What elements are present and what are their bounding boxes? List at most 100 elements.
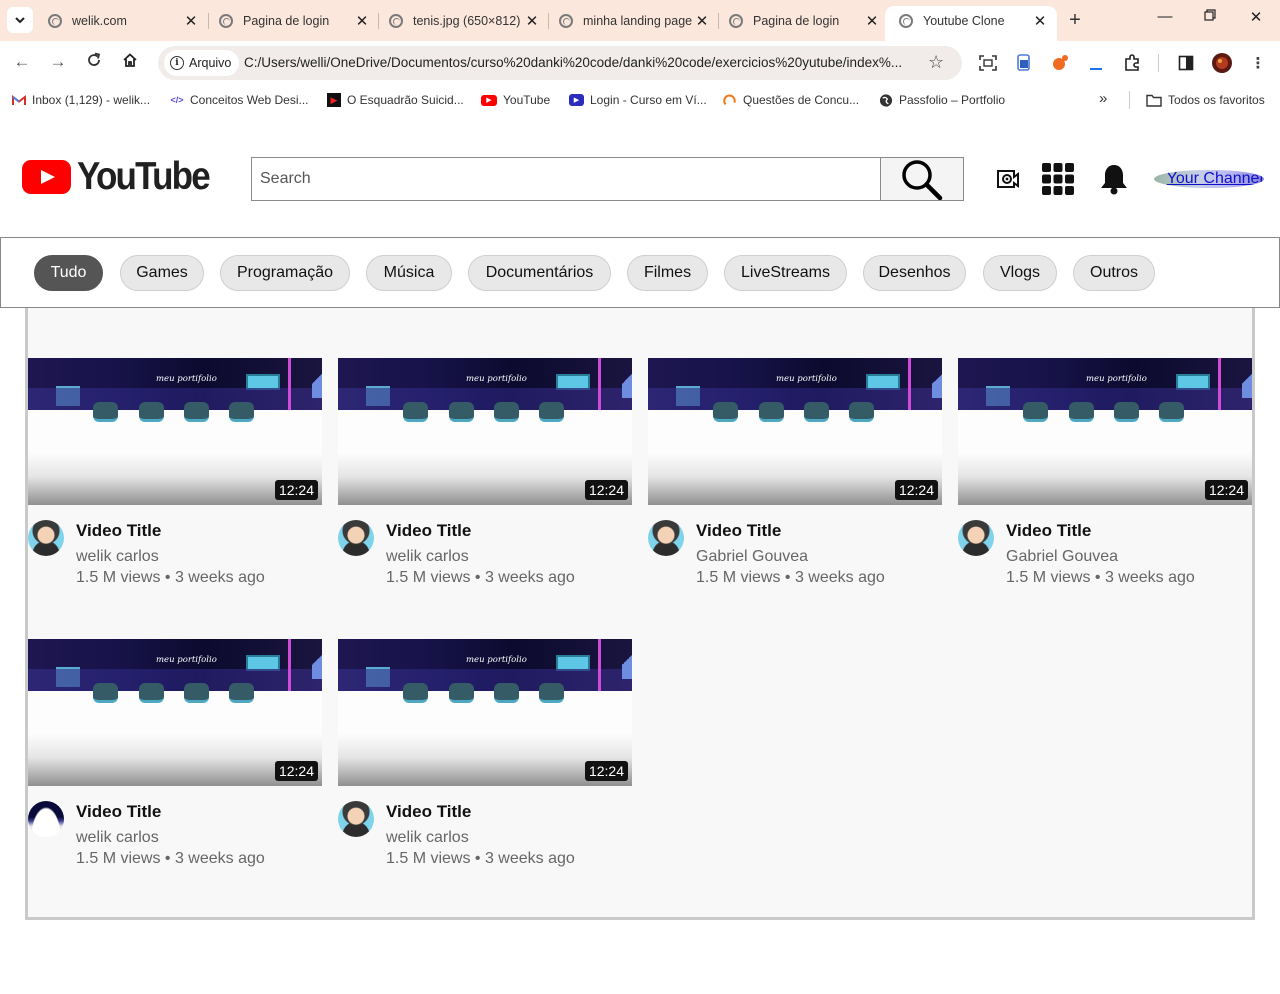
video-title[interactable]: Video Title — [696, 521, 781, 541]
bookmark-youtube[interactable]: ▶ YouTube — [481, 93, 550, 107]
channel-name[interactable]: welik carlos — [76, 548, 159, 566]
search-input[interactable] — [251, 157, 881, 201]
close-icon[interactable]: ✕ — [693, 12, 711, 30]
channel-name[interactable]: welik carlos — [386, 548, 469, 566]
bookmark-passfolio[interactable]: Passfolio – Portfolio — [879, 93, 1005, 107]
video-thumbnail[interactable]: meu portifolio 12:24 — [958, 358, 1252, 505]
video-thumbnail[interactable]: meu portifolio 12:24 — [28, 639, 322, 786]
chip-tudo[interactable]: Tudo — [34, 255, 103, 291]
address-bar[interactable]: i Arquivo C:/Users/welli/OneDrive/Docume… — [158, 46, 962, 80]
more-bookmarks-button[interactable]: » — [1099, 90, 1107, 107]
channel-avatar[interactable] — [958, 520, 994, 556]
download-icon[interactable] — [1086, 53, 1106, 73]
close-icon[interactable]: ✕ — [523, 12, 541, 30]
screenshot-icon[interactable] — [978, 53, 998, 73]
video-title[interactable]: Video Title — [76, 521, 161, 541]
minimize-icon[interactable]: — — [1155, 8, 1175, 25]
extension-doc-icon[interactable] — [1014, 53, 1034, 73]
close-icon[interactable]: ✕ — [863, 12, 881, 30]
chip-programacao[interactable]: Programação — [220, 255, 350, 291]
chip-games[interactable]: Games — [120, 255, 204, 291]
channel-name[interactable]: Gabriel Gouvea — [1006, 548, 1118, 566]
create-video-icon[interactable] — [989, 161, 1025, 197]
chip-vlogs[interactable]: Vlogs — [983, 255, 1057, 291]
close-icon[interactable]: ✕ — [182, 12, 200, 30]
channel-name[interactable]: Gabriel Gouvea — [696, 548, 808, 566]
reload-icon[interactable] — [83, 52, 105, 73]
channel-avatar[interactable] — [28, 520, 64, 556]
channel-avatar[interactable] — [648, 520, 684, 556]
tab-welik[interactable]: welik.com ✕ — [34, 6, 208, 35]
bookmark-label: YouTube — [503, 93, 551, 107]
video-card[interactable]: meu portifolio 12:24 Video Title welik c… — [338, 639, 632, 869]
close-icon[interactable]: ✕ — [1031, 12, 1049, 30]
apps-grid-icon[interactable] — [1040, 161, 1076, 197]
bookmark-gmail[interactable]: Inbox (1,129) - welik... — [12, 93, 150, 107]
your-channel-link[interactable]: Your Channel — [1154, 170, 1264, 188]
video-thumbnail[interactable]: meu portifolio 12:24 — [28, 358, 322, 505]
chip-musica[interactable]: Música — [366, 255, 452, 291]
thumbnail-accent — [622, 649, 632, 679]
forward-icon[interactable]: → — [47, 52, 69, 72]
tab-tenis[interactable]: tenis.jpg (650×812) ✕ — [375, 6, 549, 35]
extensions-puzzle-icon[interactable] — [1122, 53, 1142, 73]
restore-icon[interactable] — [1200, 8, 1220, 25]
globe-icon — [899, 13, 913, 28]
notifications-bell-icon[interactable] — [1096, 161, 1132, 197]
chip-livestreams[interactable]: LiveStreams — [724, 255, 847, 291]
video-card[interactable]: meu portifolio 12:24 Video Title welik c… — [28, 639, 322, 869]
thumbnail-strip — [28, 388, 322, 410]
close-icon[interactable]: ✕ — [353, 12, 371, 30]
video-thumbnail[interactable]: meu portifolio 12:24 — [338, 358, 632, 505]
chip-outros[interactable]: Outros — [1073, 255, 1155, 291]
video-thumbnail[interactable]: meu portifolio 12:24 — [338, 639, 632, 786]
video-card[interactable]: meu portifolio 12:24 Video Title welik c… — [338, 358, 632, 588]
bookmark-curso-em-video[interactable]: ▶ Login - Curso em Ví... — [569, 93, 707, 107]
new-tab-icon[interactable]: + — [1065, 9, 1085, 32]
back-icon[interactable]: ← — [11, 52, 33, 72]
side-panel-icon[interactable] — [1176, 53, 1196, 73]
search-icon — [902, 160, 943, 200]
youtube-logo[interactable]: YouTube — [22, 155, 211, 198]
code-icon: </> — [170, 95, 184, 105]
window-close-icon[interactable]: ✕ — [1246, 8, 1266, 26]
video-title[interactable]: Video Title — [386, 521, 471, 541]
thumbnail-text: meu portifolio — [466, 655, 527, 665]
bookmark-star-icon[interactable]: ☆ — [928, 52, 944, 73]
tab-login[interactable]: Pagina de login ✕ — [205, 6, 379, 35]
channel-avatar[interactable] — [338, 801, 374, 837]
video-thumbnail[interactable]: meu portifolio 12:24 — [648, 358, 942, 505]
profile-avatar[interactable] — [1212, 53, 1232, 73]
video-card[interactable]: meu portifolio 12:24 Video Title welik c… — [28, 358, 322, 588]
tab-youtube-clone[interactable]: Youtube Clone ✕ — [885, 6, 1057, 41]
home-icon[interactable] — [119, 52, 141, 73]
channel-name[interactable]: welik carlos — [76, 829, 159, 847]
category-chips-bar: Tudo Games Programação Música Documentár… — [0, 237, 1280, 308]
chip-filmes[interactable]: Filmes — [627, 255, 708, 291]
bookmark-questoes[interactable]: Questões de Concu... — [723, 93, 859, 107]
channel-name[interactable]: welik carlos — [386, 829, 469, 847]
tab-login-2[interactable]: Pagina de login ✕ — [715, 6, 889, 35]
extension-orange-icon[interactable] — [1050, 53, 1070, 73]
tab-landing-page[interactable]: minha landing page ✕ — [545, 6, 719, 35]
video-title[interactable]: Video Title — [1006, 521, 1091, 541]
video-card[interactable]: meu portifolio 12:24 Video Title Gabriel… — [958, 358, 1252, 588]
chip-documentarios[interactable]: Documentários — [468, 255, 611, 291]
bookmark-esquadrao[interactable]: ▶ O Esquadrão Suicid... — [327, 93, 464, 107]
thumbnail-text: meu portifolio — [466, 374, 527, 384]
all-bookmarks-button[interactable]: Todos os favoritos — [1146, 93, 1265, 107]
site-info-chip[interactable]: i Arquivo — [164, 50, 240, 76]
video-title[interactable]: Video Title — [386, 802, 471, 822]
channel-avatar[interactable] — [338, 520, 374, 556]
video-card[interactable]: meu portifolio 12:24 Video Title Gabriel… — [648, 358, 942, 588]
video-title[interactable]: Video Title — [76, 802, 161, 822]
browser-menu-icon[interactable]: ⋮ — [1248, 53, 1268, 73]
tab-search-button[interactable] — [7, 7, 33, 33]
bookmark-conceitos[interactable]: </> Conceitos Web Desi... — [170, 93, 308, 107]
globe-icon — [389, 13, 403, 28]
globe-icon — [48, 13, 62, 28]
url-text[interactable]: C:/Users/welli/OneDrive/Documentos/curso… — [244, 55, 928, 70]
search-button[interactable] — [880, 157, 964, 201]
channel-avatar[interactable] — [28, 801, 64, 837]
chip-desenhos[interactable]: Desenhos — [863, 255, 966, 291]
